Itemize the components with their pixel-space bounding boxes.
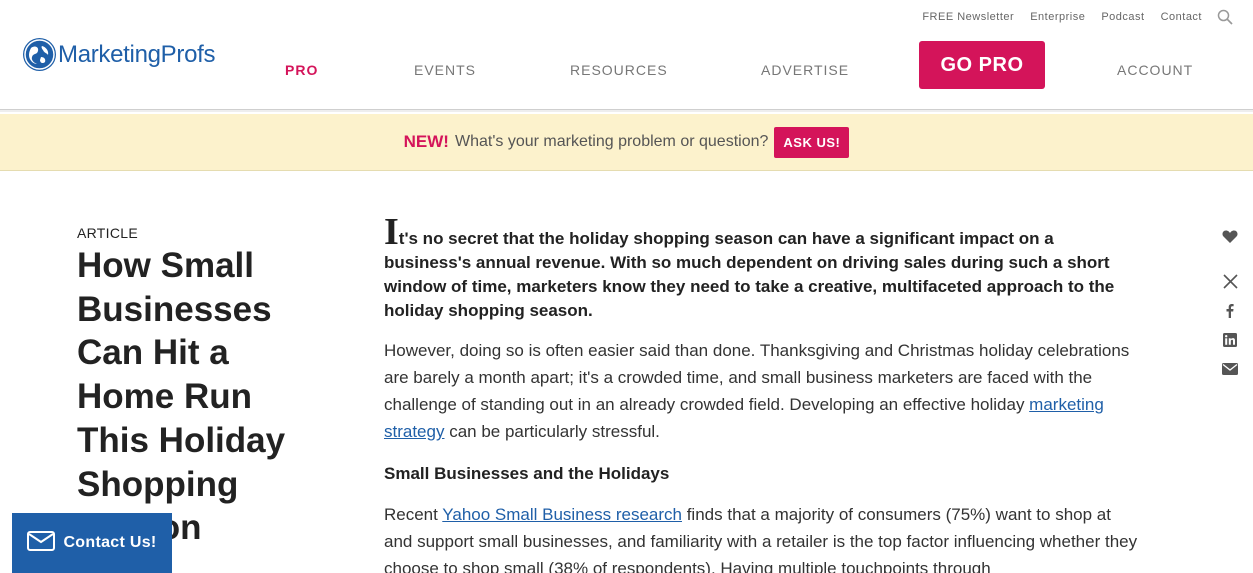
podcast-link[interactable]: Podcast [1101, 11, 1144, 23]
nav-pro[interactable]: PRO [285, 62, 318, 78]
site-logo[interactable]: MarketingProfs [23, 38, 216, 71]
paragraph-text: Recent [384, 505, 443, 524]
linkedin-icon[interactable] [1218, 330, 1242, 350]
article-paragraph: However, doing so is often easier said t… [384, 337, 1144, 445]
yahoo-research-link[interactable]: Yahoo Small Business research [442, 505, 682, 524]
lede-text: t's no secret that the holiday shopping … [384, 229, 1115, 320]
contact-link[interactable]: Contact [1161, 11, 1202, 23]
nav-advertise[interactable]: ADVERTISE [761, 62, 849, 78]
utility-nav: FREE Newsletter Enterprise Podcast Conta… [906, 9, 1233, 25]
article-body: It's no secret that the holiday shopping… [384, 213, 1144, 573]
site-header: MarketingProfs FREE Newsletter Enterpris… [0, 0, 1253, 112]
enterprise-link[interactable]: Enterprise [1030, 11, 1085, 23]
article-kicker: ARTICLE [77, 225, 138, 241]
envelope-icon [27, 530, 56, 556]
new-label: NEW! [403, 132, 449, 151]
nav-account[interactable]: ACCOUNT [1117, 62, 1193, 78]
logo-text: MarketingProfs [58, 40, 216, 68]
free-newsletter-link[interactable]: FREE Newsletter [922, 11, 1014, 23]
nav-events[interactable]: EVENTS [414, 62, 476, 78]
nav-resources[interactable]: RESOURCES [570, 62, 668, 78]
email-icon[interactable] [1218, 359, 1242, 379]
x-icon[interactable] [1218, 271, 1242, 291]
article-paragraph: Recent Yahoo Small Business research fin… [384, 501, 1144, 573]
globe-icon [23, 38, 56, 71]
banner-question: What's your marketing problem or questio… [454, 133, 769, 150]
article-subhead: Small Businesses and the Holidays [384, 464, 670, 483]
paragraph-text: However, doing so is often easier said t… [384, 341, 1130, 414]
heart-icon[interactable] [1218, 226, 1242, 246]
contact-us-button[interactable]: Contact Us! [12, 513, 172, 573]
facebook-icon[interactable] [1218, 300, 1242, 320]
drop-cap: I [384, 211, 399, 253]
search-icon[interactable] [1217, 9, 1233, 25]
promo-banner: NEW! What's your marketing problem or qu… [0, 114, 1253, 171]
article-title: How Small Businesses Can Hit a Home Run … [77, 246, 286, 547]
ask-us-button[interactable]: ASK US! [774, 126, 850, 158]
go-pro-button[interactable]: GO PRO [919, 41, 1045, 89]
paragraph-text: can be particularly stressful. [444, 422, 660, 441]
article-lede: It's no secret that the holiday shopping… [384, 213, 1144, 323]
contact-us-label: Contact Us! [63, 534, 157, 551]
